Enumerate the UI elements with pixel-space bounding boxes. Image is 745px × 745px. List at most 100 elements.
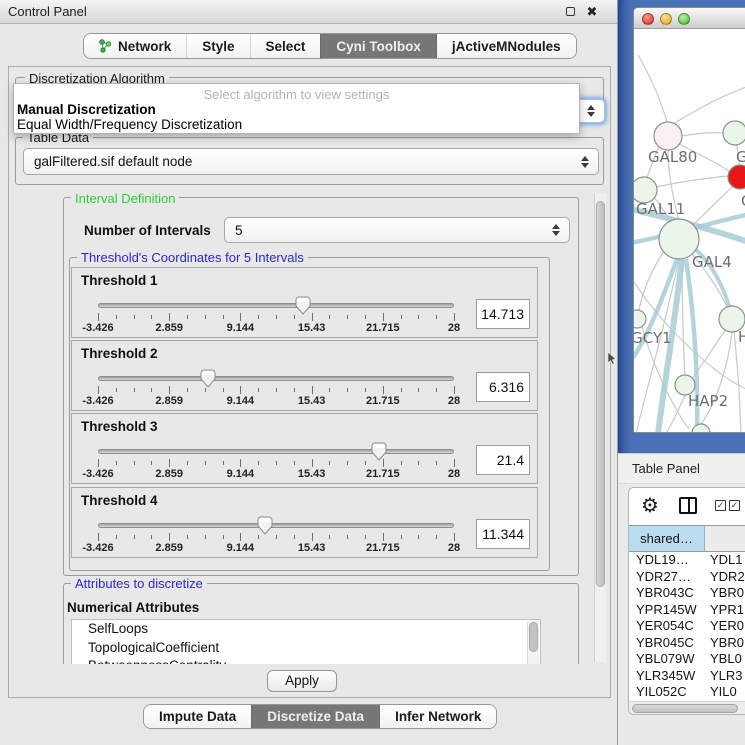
- threshold-3-value-field[interactable]: 21.4: [476, 445, 530, 475]
- cell-name[interactable]: YPR1: [705, 602, 745, 619]
- cell-name[interactable]: YBR0: [705, 585, 745, 602]
- cell-name[interactable]: YDL1: [705, 552, 745, 569]
- table-row[interactable]: YBL079WYBL0: [629, 651, 745, 668]
- network-edge[interactable]: [681, 133, 724, 136]
- tab-network[interactable]: Network: [84, 34, 186, 58]
- network-node[interactable]: [692, 424, 710, 433]
- threshold-1-label: Threshold 1: [81, 273, 158, 288]
- tab-jactivemnodules[interactable]: jActiveMNodules: [436, 34, 576, 58]
- network-edge[interactable]: [638, 55, 668, 125]
- slider-track[interactable]: [98, 449, 454, 454]
- cell-shared-name[interactable]: YBR043C: [629, 585, 705, 602]
- popup-option-equal-width-frequency[interactable]: Equal Width/Frequency Discretization: [17, 117, 242, 132]
- cell-name[interactable]: YBL0: [705, 651, 745, 668]
- cell-shared-name[interactable]: YBL079W: [629, 651, 705, 668]
- list-item[interactable]: TopologicalCoefficient: [72, 639, 540, 658]
- table-row[interactable]: YBR043CYBR0: [629, 585, 745, 602]
- slider-thumb[interactable]: [200, 369, 216, 388]
- popup-option-manual-discretization[interactable]: Manual Discretization: [17, 102, 156, 117]
- settings-vertical-scrollbar[interactable]: [594, 193, 606, 662]
- threshold-2-slider[interactable]: -3.4262.8599.14415.4321.71528: [98, 371, 454, 411]
- network-edge[interactable]: [666, 395, 685, 433]
- tab-impute-data[interactable]: Impute Data: [144, 705, 251, 728]
- threshold-4-value-field[interactable]: 11.344: [476, 519, 530, 549]
- table-row[interactable]: YDL19…YDL1: [629, 552, 745, 569]
- threshold-3-slider[interactable]: -3.4262.8599.14415.4321.71528: [98, 444, 454, 484]
- list-item[interactable]: SelfLoops: [72, 620, 540, 639]
- table-row[interactable]: YER054CYER0: [629, 618, 745, 635]
- slider-thumb[interactable]: [295, 296, 311, 315]
- network-window[interactable]: GAL80GACGAL11GAL4GCY1HHAP2: [633, 7, 745, 433]
- zoom-traffic-light-icon[interactable]: [678, 13, 690, 25]
- slider-tick: [223, 388, 224, 392]
- cell-name[interactable]: YER0: [705, 618, 745, 635]
- close-traffic-light-icon[interactable]: [642, 13, 654, 25]
- cell-name[interactable]: YIL0: [705, 684, 745, 701]
- tab-style[interactable]: Style: [186, 34, 249, 58]
- cell-shared-name[interactable]: YDL19…: [629, 552, 705, 569]
- cell-shared-name[interactable]: YER054C: [629, 618, 705, 635]
- table-row[interactable]: YLR345WYLR3: [629, 668, 745, 685]
- threshold-1-slider[interactable]: -3.4262.8599.14415.4321.71528: [98, 298, 454, 338]
- cell-shared-name[interactable]: YLR345W: [629, 668, 705, 685]
- network-node[interactable]: [634, 310, 646, 328]
- slider-tick-label: -3.426: [82, 322, 113, 334]
- network-node[interactable]: [728, 165, 745, 189]
- cell-shared-name[interactable]: YIL052C: [629, 684, 705, 701]
- tab-select[interactable]: Select: [250, 34, 321, 58]
- table-row[interactable]: YIL052CYIL0: [629, 684, 745, 701]
- tab-infer-network[interactable]: Infer Network: [379, 705, 496, 728]
- network-node-label: GAL4: [692, 253, 732, 271]
- slider-tick-label: 9.144: [227, 542, 255, 554]
- slider-track[interactable]: [98, 523, 454, 528]
- table-horizontal-scrollbar[interactable]: [629, 701, 745, 714]
- slider-thumb[interactable]: [257, 516, 273, 535]
- table-row[interactable]: YBR045CYBR0: [629, 635, 745, 652]
- attributes-scrollbar[interactable]: [527, 621, 539, 664]
- mouse-cursor: [608, 352, 617, 365]
- stepper-icon[interactable]: [586, 105, 595, 117]
- slider-tick: [258, 535, 259, 539]
- column-header-name[interactable]: name: [705, 526, 745, 551]
- close-icon[interactable]: ✖: [585, 5, 599, 19]
- slider-thumb[interactable]: [371, 442, 387, 461]
- number-of-intervals-combo[interactable]: 5: [224, 217, 570, 243]
- slider-track[interactable]: [98, 376, 454, 381]
- slider-tick: [454, 386, 455, 394]
- cell-name[interactable]: YBR0: [705, 635, 745, 652]
- network-node[interactable]: [723, 121, 745, 145]
- gear-icon[interactable]: ⚙: [641, 493, 659, 517]
- network-node[interactable]: [654, 122, 682, 150]
- cell-shared-name[interactable]: YDR27…: [629, 569, 705, 586]
- table-row[interactable]: YDR27…YDR2: [629, 569, 745, 586]
- network-window-titlebar[interactable]: [634, 8, 745, 29]
- stepper-icon[interactable]: [551, 224, 560, 236]
- cell-name[interactable]: YLR3: [705, 668, 745, 685]
- threshold-4-slider[interactable]: -3.4262.8599.14415.4321.71528: [98, 518, 454, 558]
- threshold-2-value-field[interactable]: 6.316: [476, 372, 530, 402]
- slider-tick: [116, 388, 117, 392]
- cell-shared-name[interactable]: YPR145W: [629, 602, 705, 619]
- slider-track[interactable]: [98, 303, 454, 308]
- list-item[interactable]: BetweennessCentrality: [72, 657, 540, 664]
- apply-button[interactable]: Apply: [267, 670, 337, 692]
- network-edge[interactable]: [656, 176, 729, 187]
- float-window-icon[interactable]: [563, 5, 577, 19]
- network-edge[interactable]: [672, 87, 745, 125]
- columns-icon[interactable]: [679, 497, 697, 514]
- cell-shared-name[interactable]: YBR045C: [629, 635, 705, 652]
- numerical-attributes-label: Numerical Attributes: [67, 600, 199, 615]
- cell-name[interactable]: YDR2: [705, 569, 745, 586]
- minimize-traffic-light-icon[interactable]: [660, 13, 672, 25]
- slider-tick: [116, 461, 117, 465]
- tab-cyni-toolbox[interactable]: Cyni Toolbox: [320, 34, 436, 58]
- stepper-icon[interactable]: [580, 156, 589, 168]
- table-data-combo[interactable]: galFiltered.sif default node: [23, 148, 599, 175]
- tab-discretize-data[interactable]: Discretize Data: [251, 705, 379, 728]
- table-row[interactable]: YPR145WYPR1: [629, 602, 745, 619]
- column-header-shared[interactable]: shared…: [629, 526, 705, 551]
- threshold-1-value-field[interactable]: 14.713: [476, 299, 530, 329]
- network-canvas[interactable]: GAL80GACGAL11GAL4GCY1HHAP2: [634, 29, 745, 433]
- select-shown-checkbox-icon[interactable]: ✓: [729, 500, 740, 511]
- select-all-checkbox-icon[interactable]: ✓: [715, 500, 726, 511]
